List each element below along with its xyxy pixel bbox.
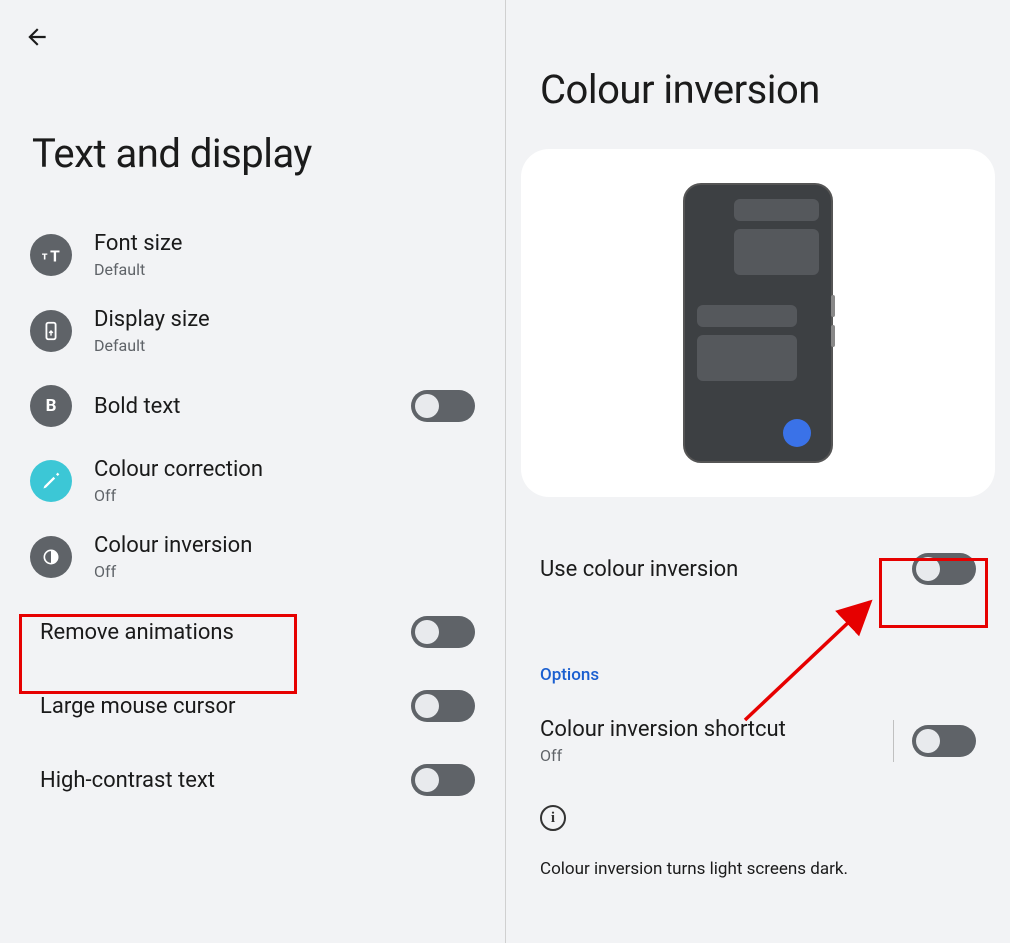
item-sub: Off <box>94 486 475 505</box>
display-size-icon <box>30 310 72 352</box>
shortcut-title: Colour inversion shortcut <box>540 717 875 742</box>
list-item-colour-correction[interactable]: Colour correction Off <box>10 443 495 519</box>
arrow-back-icon <box>24 24 50 50</box>
item-title: Colour correction <box>94 457 475 482</box>
shortcut-row[interactable]: Colour inversion shortcut Off <box>506 717 1010 765</box>
back-button[interactable] <box>22 22 52 52</box>
item-title: Large mouse cursor <box>40 694 411 719</box>
item-title: Colour inversion <box>94 533 475 558</box>
list-item-display-size[interactable]: Display size Default <box>10 293 495 369</box>
svg-text:T: T <box>50 247 60 265</box>
use-colour-inversion-row: Use colour inversion <box>506 553 1010 585</box>
item-title: Font size <box>94 231 475 256</box>
colour-correction-icon <box>30 460 72 502</box>
bold-text-toggle[interactable] <box>411 390 475 422</box>
list-item-remove-animations[interactable]: Remove animations <box>10 595 495 669</box>
phone-mockup <box>683 183 833 463</box>
preview-card <box>521 149 995 497</box>
font-size-icon: тT <box>30 234 72 276</box>
item-sub: Default <box>94 336 475 355</box>
list-item-large-mouse-cursor[interactable]: Large mouse cursor <box>10 669 495 743</box>
list-item-bold-text[interactable]: B Bold text <box>10 369 495 443</box>
shortcut-sub: Off <box>540 746 875 765</box>
large-mouse-cursor-toggle[interactable] <box>411 690 475 722</box>
item-title: Bold text <box>94 394 411 419</box>
page-title: Text and display <box>0 0 505 217</box>
item-sub: Default <box>94 260 475 279</box>
remove-animations-toggle[interactable] <box>411 616 475 648</box>
bold-text-icon: B <box>30 385 72 427</box>
settings-list: тT Font size Default Display size Defaul… <box>0 217 505 817</box>
item-title: High-contrast text <box>40 768 411 793</box>
list-item-high-contrast-text[interactable]: High-contrast text <box>10 743 495 817</box>
info-text: Colour inversion turns light screens dar… <box>506 859 1010 879</box>
use-colour-inversion-toggle[interactable] <box>912 553 976 585</box>
page-title: Colour inversion <box>506 0 1010 149</box>
list-item-font-size[interactable]: тT Font size Default <box>10 217 495 293</box>
item-title: Display size <box>94 307 475 332</box>
svg-text:т: т <box>42 250 48 263</box>
high-contrast-text-toggle[interactable] <box>411 764 475 796</box>
item-title: Remove animations <box>40 620 411 645</box>
vertical-divider <box>893 720 894 762</box>
info-icon: i <box>540 805 566 831</box>
colour-inversion-icon <box>30 536 72 578</box>
shortcut-toggle[interactable] <box>912 725 976 757</box>
use-colour-inversion-label: Use colour inversion <box>540 557 912 582</box>
options-section-label: Options <box>506 665 1010 685</box>
item-sub: Off <box>94 562 475 581</box>
list-item-colour-inversion[interactable]: Colour inversion Off <box>10 519 495 595</box>
